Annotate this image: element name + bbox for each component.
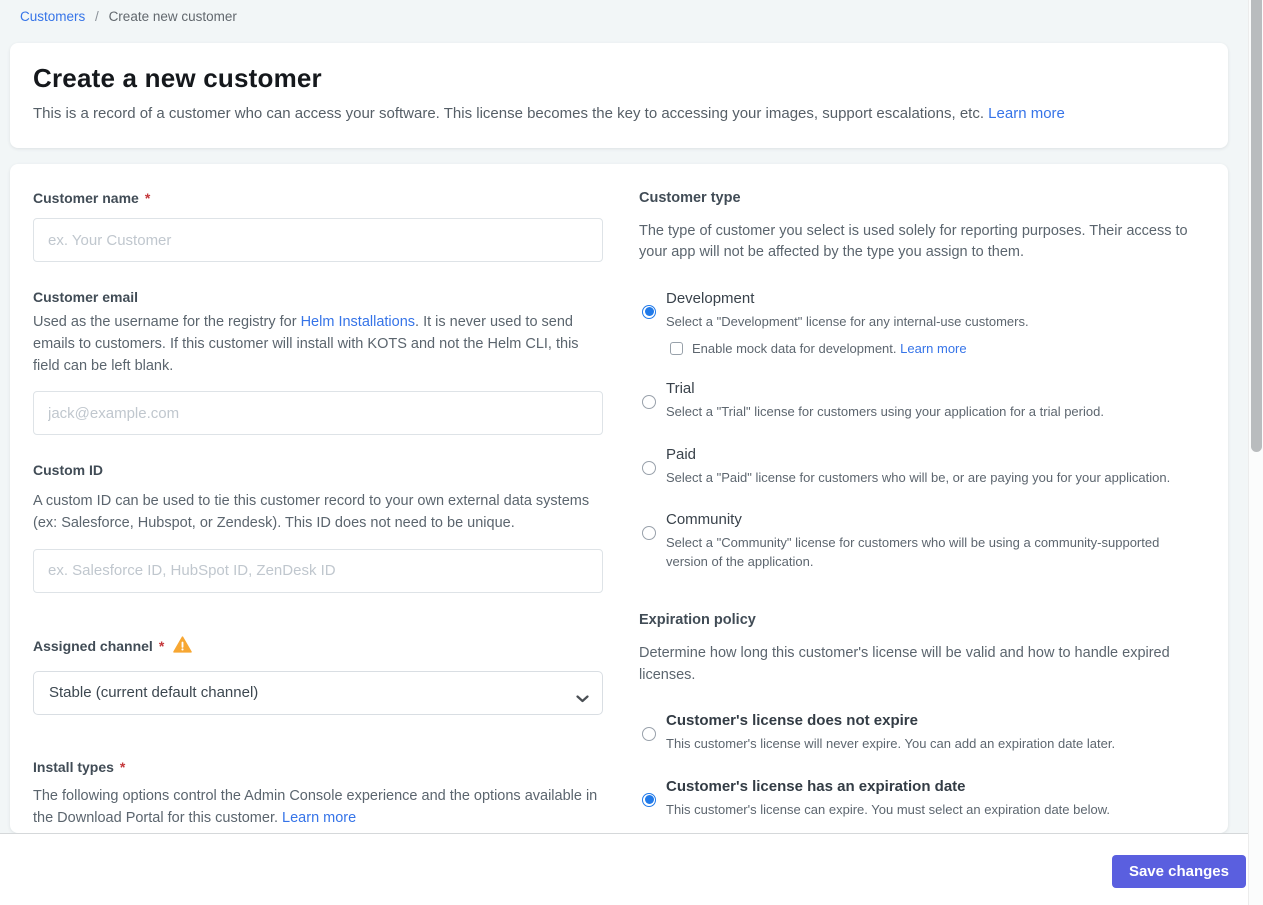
customer-name-input[interactable] [33, 218, 603, 262]
custom-id-label-row: Custom ID [33, 462, 603, 478]
customer-type-option-community: Community Select a "Community" license f… [639, 511, 1194, 572]
customer-name-label-row: Customer name * [33, 190, 603, 206]
mock-data-checkbox-row: Enable mock data for development. Learn … [670, 341, 1194, 356]
development-radio[interactable] [642, 304, 656, 319]
customer-type-heading: Customer type [639, 190, 741, 206]
has-expiration-option-title: Customer's license has an expiration dat… [666, 777, 966, 795]
breadcrumb-current: Create new customer [108, 9, 237, 24]
paid-radio[interactable] [642, 460, 656, 475]
trial-option-description: Select a "Trial" license for customers u… [666, 403, 1104, 419]
save-changes-button[interactable]: Save changes [1111, 855, 1246, 888]
paid-option-description: Select a "Paid" license for customers wh… [666, 469, 1171, 485]
install-types-required-marker: * [119, 758, 126, 775]
trial-option-title: Trial [666, 379, 695, 397]
community-radio[interactable] [642, 526, 656, 541]
customer-email-input[interactable] [33, 391, 603, 436]
footer-action-bar: Save changes [0, 833, 1263, 905]
custom-id-input[interactable] [33, 548, 603, 593]
assigned-channel-select[interactable]: Stable (current default channel) [33, 670, 603, 715]
no-expire-option-title: Customer's license does not expire [666, 712, 918, 730]
community-option-description: Select a "Community" license for custome… [666, 535, 1160, 570]
mock-data-checkbox-label: Enable mock data for development. Learn … [692, 341, 967, 356]
customer-name-label: Customer name [33, 190, 139, 206]
expiration-policy-description: Determine how long this customer's licen… [639, 645, 1170, 683]
expiration-policy-heading: Expiration policy [639, 612, 756, 629]
paid-option-title: Paid [666, 445, 697, 463]
customer-email-description-before: Used as the username for the registry fo… [33, 314, 301, 330]
trial-radio[interactable] [642, 394, 656, 409]
no-expire-radio[interactable] [642, 727, 656, 742]
customer-type-description: The type of customer you select is used … [639, 223, 1188, 261]
assigned-channel-label-row: Assigned channel * [33, 635, 603, 657]
breadcrumb: Customers / Create new customer [20, 9, 237, 24]
has-expiration-radio[interactable] [642, 792, 656, 807]
install-types-label-row: Install types * [33, 759, 603, 775]
expiration-option-no-expire: Customer's license does not expire This … [639, 712, 1194, 754]
install-types-label: Install types [33, 758, 114, 775]
expiration-option-has-expiration: Customer's license has an expiration dat… [639, 778, 1194, 820]
custom-id-label: Custom ID [33, 462, 103, 479]
create-customer-form-card: Customer name * Customer email Used as t… [10, 164, 1228, 833]
page-scrollbar-track[interactable] [1248, 0, 1263, 905]
development-option-description: Select a "Development" license for any i… [666, 313, 1029, 329]
form-right-column: Customer type The type of customer you s… [639, 190, 1194, 833]
chevron-down-icon [576, 690, 589, 707]
development-option-title: Development [666, 289, 755, 307]
assigned-channel-label: Assigned channel [33, 637, 153, 654]
mock-data-checkbox-text: Enable mock data for development. [692, 340, 901, 356]
header-learn-more-link[interactable]: Learn more [988, 105, 1065, 122]
page-description: This is a record of a customer who can a… [33, 105, 1205, 122]
no-expire-option-description: This customer's license will never expir… [666, 736, 1116, 752]
page-description-text: This is a record of a customer who can a… [33, 105, 984, 122]
customer-email-label: Customer email [33, 289, 139, 305]
mock-data-checkbox[interactable] [670, 341, 683, 355]
page-scrollbar-thumb[interactable] [1251, 0, 1262, 452]
custom-id-description: A custom ID can be used to tie this cust… [33, 493, 590, 531]
customer-type-option-paid: Paid Select a "Paid" license for custome… [639, 446, 1194, 488]
customer-type-option-development: Development Select a "Development" licen… [639, 290, 1194, 356]
community-option-title: Community [666, 511, 742, 529]
customer-email-label-row: Customer email [33, 289, 603, 305]
assigned-channel-required-marker: * [158, 637, 165, 654]
page-header-card: Create a new customer This is a record o… [10, 43, 1228, 148]
form-left-column: Customer name * Customer email Used as t… [33, 190, 603, 833]
customer-type-option-trial: Trial Select a "Trial" license for custo… [639, 380, 1194, 422]
assigned-channel-selected-value: Stable (current default channel) [49, 684, 259, 702]
has-expiration-option-description: This customer's license can expire. You … [666, 801, 1110, 817]
install-types-learn-more-link[interactable]: Learn more [282, 810, 356, 826]
warning-icon [173, 636, 193, 658]
breadcrumb-separator: / [95, 9, 99, 24]
breadcrumb-customers-link[interactable]: Customers [20, 9, 85, 24]
page-title: Create a new customer [33, 63, 322, 93]
install-types-description: The following options control the Admin … [33, 786, 603, 830]
helm-installations-link[interactable]: Helm Installations [301, 314, 415, 330]
customer-name-required-marker: * [144, 190, 151, 206]
mock-data-learn-more-link[interactable]: Learn more [900, 341, 966, 356]
customer-email-description: Used as the username for the registry fo… [33, 312, 603, 377]
